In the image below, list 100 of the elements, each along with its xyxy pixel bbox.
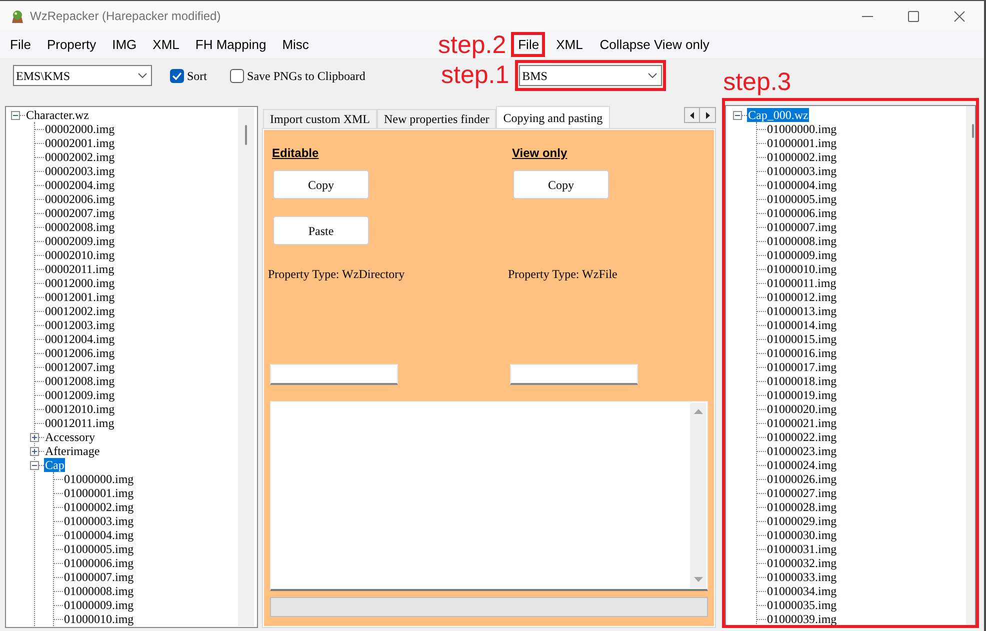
tree-item[interactable]: 00002002.img <box>44 150 116 164</box>
menu-item[interactable]: Misc <box>274 34 317 56</box>
tree-item[interactable]: 01000026.img <box>766 472 838 486</box>
tree-item[interactable]: 01000019.img <box>766 388 838 402</box>
dropdown[interactable]: BMS <box>519 65 662 86</box>
scrollbar-thumb[interactable] <box>245 125 247 145</box>
menu-item[interactable]: IMG <box>104 34 145 56</box>
tree-item[interactable]: 01000005.img <box>63 542 135 556</box>
tree-item[interactable]: 00012006.img <box>44 346 116 360</box>
tab[interactable]: New properties finder <box>377 109 496 128</box>
tree-item[interactable]: 01000031.img <box>766 542 838 556</box>
tree-item[interactable]: Cap_000.wz <box>747 108 810 122</box>
tree-item[interactable]: 00002006.img <box>44 192 116 206</box>
tree-item[interactable]: Cap <box>44 458 66 472</box>
tree-item[interactable]: 01000024.img <box>766 458 838 472</box>
dropdown[interactable]: EMS\KMS <box>13 65 152 86</box>
tree-item[interactable]: 01000017.img <box>766 360 838 374</box>
tree-item[interactable]: 00012004.img <box>44 332 116 346</box>
tree-item[interactable]: 01000002.img <box>63 500 135 514</box>
minus-box-icon[interactable] <box>11 110 20 120</box>
tree-item[interactable]: 00012007.img <box>44 360 116 374</box>
action-button[interactable]: Copy <box>273 170 369 199</box>
tree-item[interactable]: 00012002.img <box>44 304 116 318</box>
minus-box-icon[interactable] <box>30 460 39 470</box>
plus-box-icon[interactable] <box>30 432 39 442</box>
action-button[interactable]: Paste <box>273 216 369 245</box>
checkbox[interactable] <box>230 68 244 82</box>
tree-item[interactable]: 00012008.img <box>44 374 116 388</box>
tree-item[interactable]: 01000034.img <box>766 584 838 598</box>
tree-item[interactable]: 01000006.img <box>63 556 135 570</box>
tree-item[interactable]: 01000005.img <box>766 192 838 206</box>
checkbox[interactable] <box>170 68 184 82</box>
tree-item[interactable]: 00002011.img <box>44 262 116 276</box>
tree-item[interactable]: 01000023.img <box>766 444 838 458</box>
tree-item[interactable]: 01000010.img <box>766 262 838 276</box>
menu-item[interactable]: File <box>2 34 39 56</box>
tree-item[interactable]: 01000002.img <box>766 150 838 164</box>
menu-item[interactable]: FH Mapping <box>187 34 274 56</box>
tree-item[interactable]: 01000008.img <box>63 584 135 598</box>
tree-item[interactable]: 01000009.img <box>766 248 838 262</box>
tree-item[interactable]: Accessory <box>44 430 96 444</box>
tree-item[interactable]: 01000016.img <box>766 346 838 360</box>
tree-item[interactable]: 00012009.img <box>44 388 116 402</box>
tree-item[interactable]: 01000033.img <box>766 570 838 584</box>
tree-item[interactable]: 01000004.img <box>63 528 135 542</box>
tree-item[interactable]: 00002009.img <box>44 234 116 248</box>
tree-item[interactable]: 01000001.img <box>63 486 135 500</box>
scrollbar[interactable] <box>690 403 706 588</box>
input-field[interactable] <box>270 364 398 385</box>
tree-item[interactable]: 01000028.img <box>766 500 838 514</box>
tab[interactable]: Copying and pasting <box>496 106 610 128</box>
tree-item[interactable]: 01000022.img <box>766 430 838 444</box>
tree-item[interactable]: 01000000.img <box>766 122 838 136</box>
tree-item[interactable]: 01000010.img <box>63 612 135 626</box>
tree-item[interactable]: 00002003.img <box>44 164 116 178</box>
tree-item[interactable]: 01000035.img <box>766 598 838 612</box>
tree-item[interactable]: 01000030.img <box>766 528 838 542</box>
scroll-left-button[interactable] <box>684 107 700 123</box>
tree-item[interactable]: 00012000.img <box>44 276 116 290</box>
tree-item[interactable]: 00002001.img <box>44 136 116 150</box>
tree-item[interactable]: 01000004.img <box>766 178 838 192</box>
tree-item[interactable]: 01000000.img <box>63 472 135 486</box>
tree-item[interactable]: 01000003.img <box>63 514 135 528</box>
tree-item[interactable]: 01000027.img <box>766 486 838 500</box>
tree-item[interactable]: 01000011.img <box>766 276 838 290</box>
plus-box-icon[interactable] <box>30 446 39 456</box>
menu-item[interactable]: File <box>511 32 546 57</box>
tree-item[interactable]: 01000009.img <box>63 598 135 612</box>
scrollbar-thumb[interactable] <box>972 124 974 138</box>
tree-item[interactable]: 00002000.img <box>44 122 116 136</box>
input-field[interactable] <box>510 364 638 385</box>
minus-box-icon[interactable] <box>733 110 742 120</box>
tree-item[interactable]: Character.wz <box>25 108 90 122</box>
tree-item[interactable]: Afterimage <box>44 444 101 458</box>
tree-item[interactable]: 00002004.img <box>44 178 116 192</box>
tree-item[interactable]: 01000012.img <box>766 290 838 304</box>
menu-item[interactable]: Property <box>38 34 104 56</box>
action-button[interactable]: Copy <box>513 170 609 199</box>
tree-item[interactable]: 01000018.img <box>766 374 838 388</box>
tree-item[interactable]: 01000015.img <box>766 332 838 346</box>
tree-item[interactable]: 01000021.img <box>766 416 838 430</box>
tree-item[interactable]: 00002008.img <box>44 220 116 234</box>
menu-item[interactable]: XML <box>549 32 589 57</box>
tree-item[interactable]: 01000007.img <box>63 570 135 584</box>
tree-item[interactable]: 00002010.img <box>44 248 116 262</box>
tab[interactable]: Import custom XML <box>263 109 377 128</box>
tree-item[interactable]: 01000006.img <box>766 206 838 220</box>
tree-item[interactable]: 01000032.img <box>766 556 838 570</box>
tree-item[interactable]: 00002007.img <box>44 206 116 220</box>
scroll-right-button[interactable] <box>700 107 716 123</box>
tree-item[interactable]: 00012003.img <box>44 318 116 332</box>
menu-item[interactable]: Collapse View only <box>592 32 716 57</box>
tree-item[interactable]: 01000007.img <box>766 220 838 234</box>
tree-item[interactable]: 01000029.img <box>766 514 838 528</box>
scrollbar[interactable] <box>966 106 975 625</box>
tree-item[interactable]: 01000020.img <box>766 402 838 416</box>
tree-item[interactable]: 01000014.img <box>766 318 838 332</box>
tree-item[interactable]: 00012010.img <box>44 402 116 416</box>
tree-item[interactable]: 01000008.img <box>766 234 838 248</box>
scrollbar[interactable] <box>238 108 254 626</box>
